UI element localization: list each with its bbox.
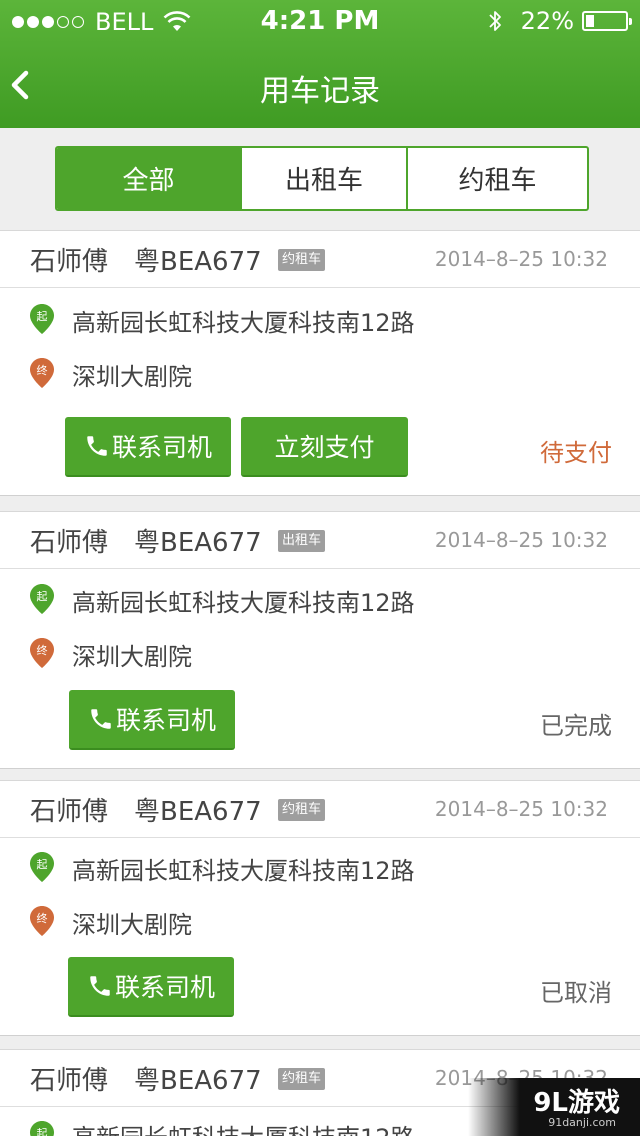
status-bar: BELL 4:21 PM 22% — [0, 0, 640, 40]
ride-datetime: 2014–8–25 10:32 — [434, 528, 608, 552]
ride-status: 已取消 — [540, 979, 612, 1007]
phone-icon — [88, 705, 114, 733]
battery-percent: 22% — [520, 7, 574, 35]
car-type-badge: 约租车 — [278, 1068, 326, 1090]
tab-rental-car[interactable]: 约租车 — [406, 148, 587, 209]
driver-name: 石师傅 — [30, 528, 109, 558]
start-pin-icon: 起 — [29, 303, 55, 335]
contact-driver-button[interactable]: 联系司机 — [65, 417, 231, 477]
phone-icon — [87, 972, 113, 1000]
start-address: 高新园长虹科技大厦科技南12路 — [72, 857, 415, 885]
start-address: 高新园长虹科技大厦科技南12路 — [72, 1118, 415, 1136]
start-pin-icon: 起 — [29, 851, 55, 883]
driver-name: 石师傅 — [30, 797, 109, 827]
ride-datetime: 2014–8–25 10:32 — [434, 797, 608, 821]
license-plate: 粤BEA677 — [134, 528, 262, 558]
contact-driver-label: 联系司机 — [111, 433, 212, 462]
car-type-badge: 约租车 — [278, 799, 326, 821]
car-type-badge: 出租车 — [278, 530, 326, 552]
contact-driver-label: 联系司机 — [115, 706, 216, 735]
phone-icon — [84, 432, 110, 460]
svg-text:起: 起 — [37, 1127, 48, 1136]
pay-now-label: 立刻支付 — [274, 433, 375, 462]
battery-level-fill — [586, 15, 595, 27]
tab-taxi[interactable]: 出租车 — [240, 148, 406, 209]
start-address: 高新园长虹科技大厦科技南12路 — [72, 589, 415, 617]
site-watermark: 9L游戏 91danji.com — [468, 1078, 640, 1136]
car-type-badge: 约租车 — [278, 249, 326, 271]
svg-text:起: 起 — [37, 858, 48, 871]
watermark-url: 91danji.com — [548, 1116, 616, 1129]
end-address: 深圳大剧院 — [72, 643, 192, 671]
start-pin-icon: 起 — [29, 1120, 55, 1136]
start-address: 高新园长虹科技大厦科技南12路 — [72, 309, 415, 337]
filter-tab-bar: 全部 出租车 约租车 — [0, 128, 640, 230]
ride-record-card: 石师傅 粤BEA677 约租车 2014–8–25 10:32 起 高新园长虹科… — [0, 230, 640, 496]
svg-text:终: 终 — [37, 643, 48, 657]
driver-name: 石师傅 — [30, 247, 109, 277]
svg-text:终: 终 — [37, 911, 48, 925]
start-pin-icon: 起 — [29, 583, 55, 615]
license-plate: 粤BEA677 — [134, 1066, 262, 1096]
watermark-logo: 9L游戏 — [533, 1088, 620, 1118]
tab-all[interactable]: 全部 — [57, 148, 240, 209]
app-header: BELL 4:21 PM 22% 用车记录 — [0, 0, 640, 128]
ride-datetime: 2014–8–25 10:32 — [434, 247, 608, 271]
card-header: 石师傅 粤BEA677 约租车 2014–8–25 10:32 — [0, 231, 640, 288]
card-header: 石师傅 粤BEA677 约租车 2014–8–25 10:32 — [0, 781, 640, 838]
end-address: 深圳大剧院 — [72, 363, 192, 391]
end-pin-icon: 终 — [29, 357, 55, 389]
contact-driver-button[interactable]: 联系司机 — [69, 690, 235, 750]
svg-text:起: 起 — [37, 590, 48, 603]
ride-status: 待支付 — [540, 439, 612, 467]
contact-driver-label: 联系司机 — [114, 973, 215, 1002]
ride-record-card: 石师傅 粤BEA677 出租车 2014–8–25 10:32 起 高新园长虹科… — [0, 511, 640, 769]
battery-icon — [582, 11, 632, 31]
segmented-control: 全部 出租车 约租车 — [55, 146, 589, 211]
license-plate: 粤BEA677 — [134, 797, 262, 827]
bluetooth-icon — [489, 11, 501, 31]
ride-record-card: 石师傅 粤BEA677 约租车 2014–8–25 10:32 起 高新园长虹科… — [0, 780, 640, 1036]
contact-driver-button[interactable]: 联系司机 — [68, 957, 234, 1017]
end-pin-icon: 终 — [29, 905, 55, 937]
driver-name: 石师傅 — [30, 1066, 109, 1096]
license-plate: 粤BEA677 — [134, 247, 262, 277]
svg-text:起: 起 — [37, 310, 48, 323]
pay-now-button[interactable]: 立刻支付 — [241, 417, 408, 477]
end-address: 深圳大剧院 — [72, 911, 192, 939]
page-title: 用车记录 — [260, 74, 380, 109]
card-header: 石师傅 粤BEA677 出租车 2014–8–25 10:32 — [0, 512, 640, 569]
ride-status: 已完成 — [540, 712, 612, 740]
svg-text:终: 终 — [37, 363, 48, 377]
end-pin-icon: 终 — [29, 637, 55, 669]
